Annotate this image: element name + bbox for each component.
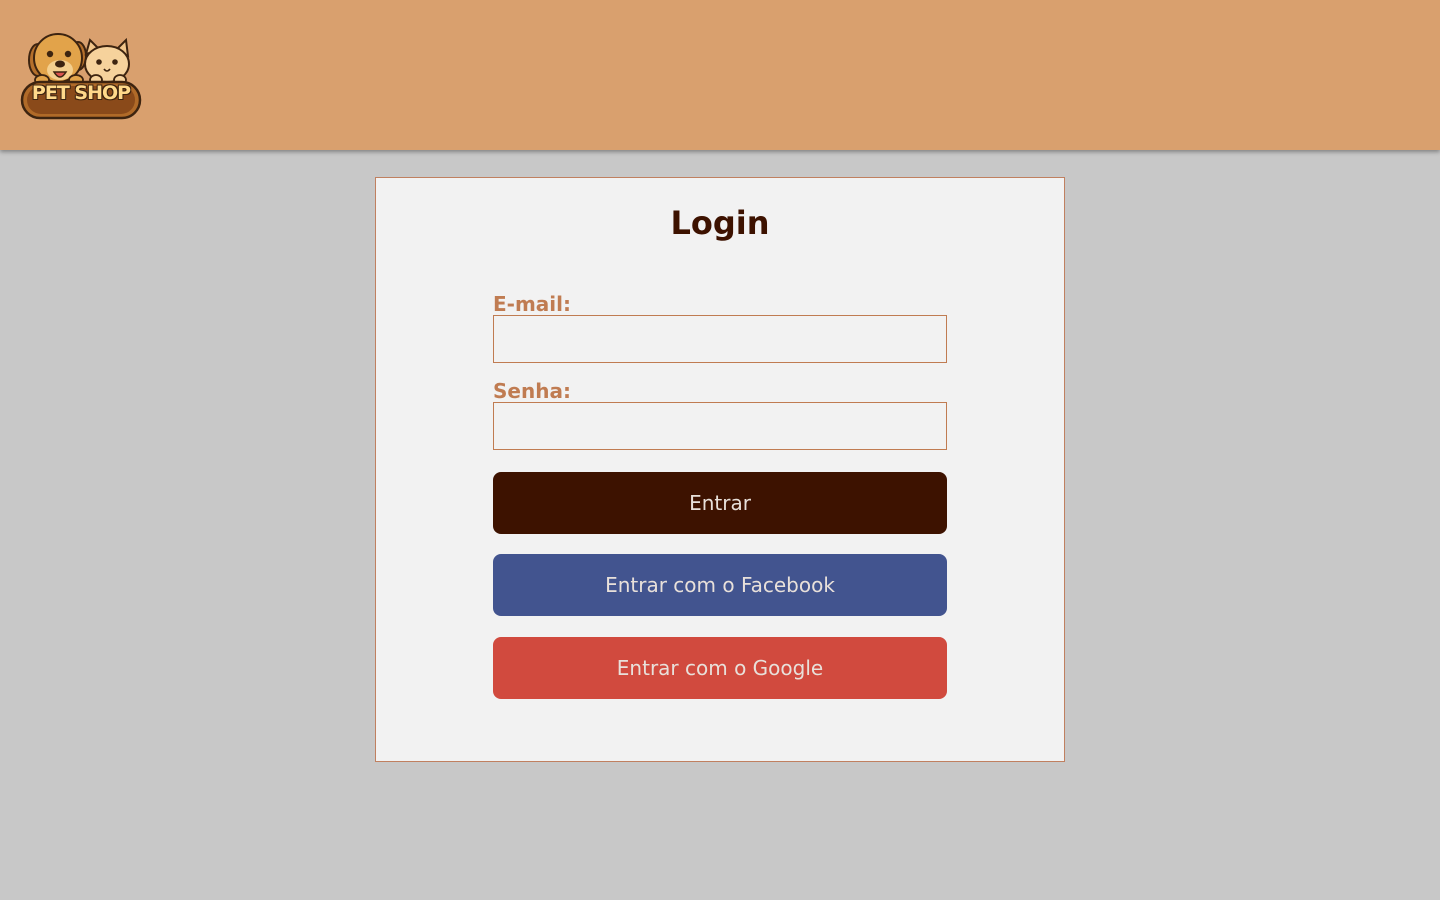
- dog-and-cat-icon: [20, 33, 142, 120]
- login-card: Login E-mail: Senha: Entrar Entrar com o…: [375, 177, 1065, 762]
- facebook-login-button[interactable]: Entrar com o Facebook: [493, 554, 947, 616]
- google-login-button[interactable]: Entrar com o Google: [493, 637, 947, 699]
- logo-text: PET SHOP: [31, 82, 131, 104]
- page-title: Login: [670, 204, 770, 242]
- email-field[interactable]: [493, 315, 947, 363]
- email-label: E-mail:: [493, 292, 572, 316]
- pet-shop-logo[interactable]: PET SHOP: [20, 30, 142, 120]
- header: PET SHOP: [0, 0, 1440, 150]
- password-field[interactable]: [493, 402, 947, 450]
- password-label: Senha:: [493, 379, 571, 403]
- login-button[interactable]: Entrar: [493, 472, 947, 534]
